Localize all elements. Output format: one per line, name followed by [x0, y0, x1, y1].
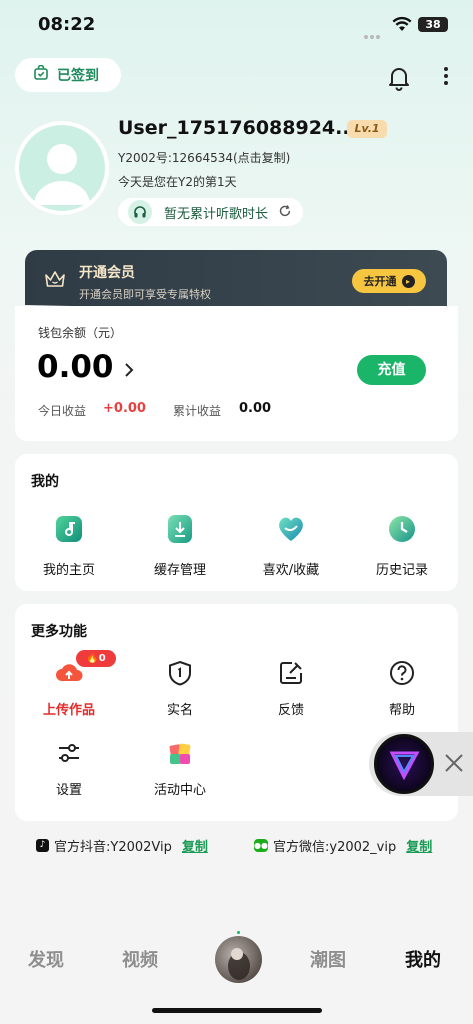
grid-label: 设置	[55, 783, 82, 798]
listen-text: 暂无累计听歌时长	[164, 206, 269, 222]
battery-icon: 38	[418, 17, 448, 32]
settings-item[interactable]: 设置	[14, 739, 124, 798]
home-page-icon	[53, 513, 85, 545]
days-text: 今天是您在Y2的第1天	[118, 175, 237, 189]
total-earnings-label: 累计收益	[173, 404, 222, 418]
avatar[interactable]	[15, 121, 109, 215]
playing-indicator-dot	[237, 931, 240, 934]
today-earnings-label: 今日收益	[38, 404, 87, 418]
nav-video[interactable]: 视频	[122, 946, 158, 972]
vip-open-label: 去开通	[363, 275, 397, 288]
grid-label: 实名	[166, 703, 193, 718]
vip-title: 开通会员	[79, 265, 135, 281]
history-item[interactable]: 历史记录	[347, 513, 457, 578]
grid-label: 缓存管理	[153, 563, 206, 578]
total-earnings-value: 0.00	[239, 401, 272, 416]
bag-icon	[33, 64, 49, 85]
crown-icon	[44, 269, 66, 289]
download-cache-icon	[164, 513, 196, 545]
home-indicator	[152, 1008, 322, 1013]
copy-wechat-link[interactable]: 复制	[406, 836, 432, 855]
recharge-button[interactable]: 充值	[357, 355, 426, 385]
chevron-right-icon[interactable]	[124, 362, 134, 378]
official-wechat: ●● 官方微信:y2002_vip 复制	[254, 836, 432, 855]
grid-label: 反馈	[277, 703, 304, 718]
headphones-icon	[128, 200, 152, 224]
level-badge: Lv.1	[347, 120, 387, 138]
signal-dots-icon	[364, 24, 386, 39]
feedback-edit-icon	[277, 659, 305, 687]
refresh-icon[interactable]	[278, 203, 292, 222]
nav-mine[interactable]: 我的	[405, 946, 441, 972]
username: User_175176088924...	[118, 117, 357, 139]
favorites-item[interactable]: 喜欢/收藏	[236, 513, 346, 578]
bell-icon[interactable]	[386, 65, 412, 91]
help-item[interactable]: 帮助	[347, 659, 457, 718]
listen-duration-pill[interactable]: 暂无累计听歌时长	[118, 198, 303, 226]
shield-id-icon	[166, 659, 194, 687]
wallet-amount[interactable]: 0.00	[37, 349, 114, 385]
playing-disc-icon[interactable]	[374, 734, 434, 794]
tiktok-icon: ♪	[36, 839, 49, 852]
checkin-label: 已签到	[57, 68, 99, 84]
douyin-text: 官方抖音:Y2002Vip	[54, 840, 172, 855]
nav-trend-images[interactable]: 潮图	[310, 946, 346, 972]
close-icon[interactable]	[443, 752, 465, 774]
wallet-label: 钱包余额（元）	[38, 326, 123, 340]
history-clock-icon	[386, 513, 418, 545]
feedback-item[interactable]: 反馈	[236, 659, 346, 718]
grid-label: 帮助	[388, 703, 415, 718]
wechat-text: 官方微信:y2002_vip	[273, 840, 397, 855]
more-menu-icon[interactable]	[441, 67, 451, 89]
grid-label: 喜欢/收藏	[262, 563, 320, 578]
gift-activity-icon	[166, 739, 194, 767]
my-homepage-item[interactable]: 我的主页	[14, 513, 124, 578]
vip-subtitle: 开通会员即可享受专属特权	[79, 288, 211, 301]
copy-douyin-link[interactable]: 复制	[182, 836, 208, 855]
mine-title: 我的	[31, 474, 59, 490]
checkin-button[interactable]: 已签到	[15, 58, 121, 92]
wifi-icon	[392, 16, 412, 32]
cache-manage-item[interactable]: 缓存管理	[125, 513, 235, 578]
today-earnings-value: +0.00	[103, 401, 146, 416]
real-name-item[interactable]: 实名	[125, 659, 235, 718]
status-time: 08:22	[38, 14, 96, 35]
grid-label: 上传作品	[42, 703, 95, 718]
heart-favorite-icon	[275, 513, 307, 545]
user-id[interactable]: Y2002号:12664534(点击复制)	[118, 149, 290, 166]
activity-center-item[interactable]: 活动中心	[125, 739, 235, 798]
upload-works-item[interactable]: 上传作品	[14, 659, 124, 718]
grid-label: 历史记录	[375, 563, 428, 578]
grid-label: 活动中心	[153, 783, 206, 798]
upload-count-badge: 🔥0	[76, 650, 116, 667]
settings-sliders-icon	[55, 739, 83, 767]
wechat-icon: ●●	[254, 839, 268, 852]
vip-open-button[interactable]: 去开通 ▸	[352, 269, 426, 293]
now-playing-cover[interactable]	[215, 936, 262, 983]
official-douyin: ♪ 官方抖音:Y2002Vip 复制	[36, 836, 208, 855]
arrow-right-icon: ▸	[401, 274, 415, 288]
grid-label: 我的主页	[42, 563, 95, 578]
more-functions-title: 更多功能	[31, 624, 87, 640]
help-question-icon	[388, 659, 416, 687]
nav-discover[interactable]: 发现	[28, 946, 64, 972]
